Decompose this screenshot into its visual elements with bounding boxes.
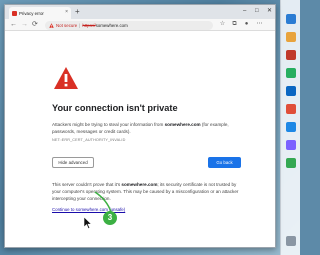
close-window-button[interactable]: ✕: [267, 6, 272, 16]
error-description: Attackers might be trying to steal your …: [52, 121, 242, 135]
taskbar: [280, 0, 300, 255]
taskbar-app-icon[interactable]: [286, 140, 296, 150]
advanced-text: This server couldn't prove that it's: [52, 182, 122, 187]
address-host: somewhere.com: [95, 22, 128, 28]
go-back-button[interactable]: Go back: [208, 157, 241, 168]
collections-icon[interactable]: ⧉: [231, 21, 238, 28]
profile-icon[interactable]: ●: [243, 21, 250, 28]
taskbar-app-icon[interactable]: [286, 86, 296, 96]
taskbar-app-icon[interactable]: [286, 158, 296, 168]
tab-title: Privacy error: [19, 10, 44, 16]
warning-icon: [49, 22, 54, 28]
taskbar-app-icon[interactable]: [286, 50, 296, 60]
not-secure-label: Not secure: [56, 22, 78, 28]
back-button[interactable]: ←: [10, 20, 17, 30]
tab-privacy-error[interactable]: Privacy error ×: [9, 7, 71, 19]
description-text: Attackers might be trying to steal your …: [52, 122, 165, 127]
browser-window: Privacy error × + – □ ✕ ← → ⟳ Not secure…: [4, 4, 276, 248]
page-title: Your connection isn't private: [52, 103, 178, 113]
star-icon[interactable]: ☆: [219, 21, 226, 28]
error-page: Your connection isn't private Attackers …: [5, 31, 275, 247]
taskbar-app-icon[interactable]: [286, 14, 296, 24]
minimize-button[interactable]: –: [243, 6, 246, 16]
address-bar[interactable]: Not secure | https:// somewhere.com: [45, 20, 213, 30]
tab-bar: Privacy error × + – □ ✕: [5, 5, 275, 19]
warning-triangle-icon: [54, 67, 78, 89]
settings-icon[interactable]: [286, 236, 296, 246]
error-code: NET::ERR_CERT_AUTHORITY_INVALID: [52, 138, 126, 142]
advanced-host: somewhere.com: [121, 182, 158, 187]
description-host: somewhere.com: [164, 122, 201, 127]
tab-close-icon[interactable]: ×: [65, 9, 68, 15]
taskbar-app-icon[interactable]: [286, 68, 296, 78]
forward-button[interactable]: →: [21, 20, 28, 30]
taskbar-app-icon[interactable]: [286, 32, 296, 42]
refresh-button[interactable]: ⟳: [32, 20, 38, 30]
warning-favicon-icon: [12, 10, 17, 16]
taskbar-app-icon[interactable]: [286, 122, 296, 132]
more-icon[interactable]: ⋯: [256, 21, 263, 28]
browser-toolbar: ← → ⟳ Not secure | https:// somewhere.co…: [5, 19, 275, 31]
mouse-cursor-icon: [84, 217, 92, 229]
taskbar-app-icon[interactable]: [286, 104, 296, 114]
advanced-details: This server couldn't prove that it's som…: [52, 181, 244, 202]
step-number-badge: 3: [103, 211, 117, 225]
new-tab-button[interactable]: +: [75, 7, 80, 17]
maximize-button[interactable]: □: [255, 6, 259, 16]
address-separator: |: [79, 22, 81, 28]
address-scheme: https://: [82, 22, 96, 28]
hide-advanced-button[interactable]: Hide advanced: [52, 157, 94, 168]
